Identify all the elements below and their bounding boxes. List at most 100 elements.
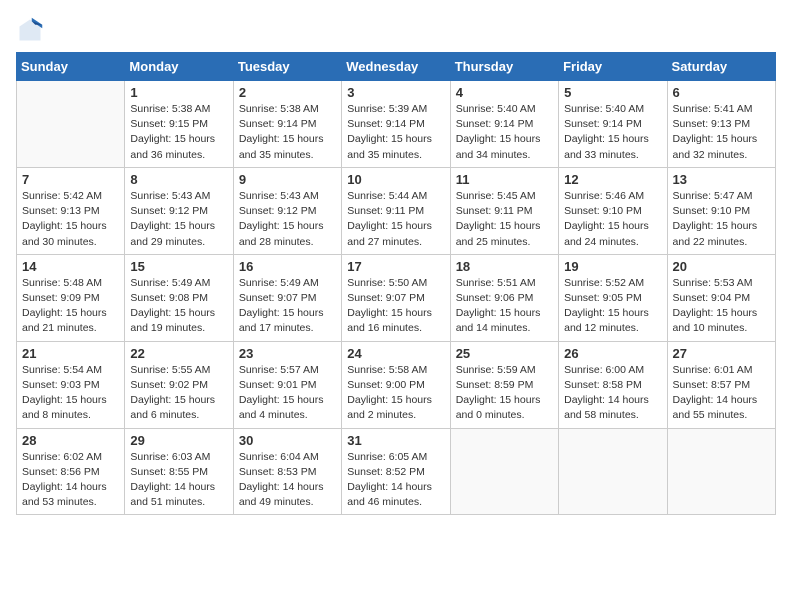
calendar-cell [450, 428, 558, 515]
calendar-week-row: 21 Sunrise: 5:54 AM Sunset: 9:03 PM Dayli… [17, 341, 776, 428]
calendar-cell: 18Sunrise: 5:51 AM Sunset: 9:06 PM Dayli… [450, 254, 558, 341]
day-number: 16 [239, 259, 336, 274]
calendar-cell: 11 Sunrise: 5:45 AM Sunset: 9:11 PM Dayli… [450, 167, 558, 254]
day-info: Sunrise: 5:57 AM Sunset: 9:01 PM Dayligh… [239, 363, 336, 424]
day-info: Sunrise: 5:40 AM Sunset: 9:14 PM Dayligh… [564, 102, 661, 163]
day-info: Sunrise: 5:39 AM Sunset: 9:14 PM Dayligh… [347, 102, 444, 163]
day-info: Sunrise: 6:02 AM Sunset: 8:56 PM Dayligh… [22, 450, 119, 511]
day-number: 8 [130, 172, 227, 187]
day-info: Sunrise: 5:46 AM Sunset: 9:10 PM Dayligh… [564, 189, 661, 250]
calendar-cell: 20Sunrise: 5:53 AM Sunset: 9:04 PM Dayli… [667, 254, 775, 341]
day-info: Sunrise: 6:03 AM Sunset: 8:55 PM Dayligh… [130, 450, 227, 511]
calendar-week-row: 28 Sunrise: 6:02 AM Sunset: 8:56 PM Dayli… [17, 428, 776, 515]
day-number: 20 [673, 259, 770, 274]
day-number: 18 [456, 259, 553, 274]
calendar-cell: 1 Sunrise: 5:38 AM Sunset: 9:15 PM Daylig… [125, 81, 233, 168]
day-number: 11 [456, 172, 553, 187]
day-info: Sunrise: 6:00 AM Sunset: 8:58 PM Dayligh… [564, 363, 661, 424]
day-number: 15 [130, 259, 227, 274]
calendar-cell: 29 Sunrise: 6:03 AM Sunset: 8:55 PM Dayli… [125, 428, 233, 515]
calendar-cell: 15 Sunrise: 5:49 AM Sunset: 9:08 PM Dayli… [125, 254, 233, 341]
day-info: Sunrise: 5:52 AM Sunset: 9:05 PM Dayligh… [564, 276, 661, 337]
day-info: Sunrise: 5:43 AM Sunset: 9:12 PM Dayligh… [239, 189, 336, 250]
weekday-header-sunday: Sunday [17, 53, 125, 81]
day-number: 27 [673, 346, 770, 361]
calendar-cell: 30 Sunrise: 6:04 AM Sunset: 8:53 PM Dayli… [233, 428, 341, 515]
day-number: 3 [347, 85, 444, 100]
calendar-cell: 27 Sunrise: 6:01 AM Sunset: 8:57 PM Dayli… [667, 341, 775, 428]
day-info: Sunrise: 5:45 AM Sunset: 9:11 PM Dayligh… [456, 189, 553, 250]
day-info: Sunrise: 5:49 AM Sunset: 9:08 PM Dayligh… [130, 276, 227, 337]
day-number: 23 [239, 346, 336, 361]
calendar-cell: 12 Sunrise: 5:46 AM Sunset: 9:10 PM Dayli… [559, 167, 667, 254]
day-info: Sunrise: 5:47 AM Sunset: 9:10 PM Dayligh… [673, 189, 770, 250]
calendar-cell: 28 Sunrise: 6:02 AM Sunset: 8:56 PM Dayli… [17, 428, 125, 515]
day-info: Sunrise: 5:49 AM Sunset: 9:07 PM Dayligh… [239, 276, 336, 337]
day-info: Sunrise: 6:05 AM Sunset: 8:52 PM Dayligh… [347, 450, 444, 511]
calendar-cell: 5 Sunrise: 5:40 AM Sunset: 9:14 PM Daylig… [559, 81, 667, 168]
calendar-cell [667, 428, 775, 515]
day-number: 21 [22, 346, 119, 361]
day-number: 1 [130, 85, 227, 100]
day-info: Sunrise: 5:38 AM Sunset: 9:14 PM Dayligh… [239, 102, 336, 163]
calendar-cell: 19 Sunrise: 5:52 AM Sunset: 9:05 PM Dayli… [559, 254, 667, 341]
weekday-header-tuesday: Tuesday [233, 53, 341, 81]
calendar-cell [559, 428, 667, 515]
calendar-cell: 24Sunrise: 5:58 AM Sunset: 9:00 PM Dayli… [342, 341, 450, 428]
day-number: 7 [22, 172, 119, 187]
calendar-cell: 14 Sunrise: 5:48 AM Sunset: 9:09 PM Dayli… [17, 254, 125, 341]
calendar-cell: 13Sunrise: 5:47 AM Sunset: 9:10 PM Dayli… [667, 167, 775, 254]
day-number: 31 [347, 433, 444, 448]
day-number: 22 [130, 346, 227, 361]
day-info: Sunrise: 5:55 AM Sunset: 9:02 PM Dayligh… [130, 363, 227, 424]
calendar-cell: 25 Sunrise: 5:59 AM Sunset: 8:59 PM Dayli… [450, 341, 558, 428]
calendar-week-row: 14 Sunrise: 5:48 AM Sunset: 9:09 PM Dayli… [17, 254, 776, 341]
calendar-cell [17, 81, 125, 168]
day-number: 19 [564, 259, 661, 274]
day-info: Sunrise: 5:42 AM Sunset: 9:13 PM Dayligh… [22, 189, 119, 250]
calendar-cell: 6Sunrise: 5:41 AM Sunset: 9:13 PM Daylig… [667, 81, 775, 168]
calendar-cell: 21 Sunrise: 5:54 AM Sunset: 9:03 PM Dayli… [17, 341, 125, 428]
calendar-cell: 3 Sunrise: 5:39 AM Sunset: 9:14 PM Daylig… [342, 81, 450, 168]
weekday-header-row: SundayMondayTuesdayWednesdayThursdayFrid… [17, 53, 776, 81]
calendar-cell: 16 Sunrise: 5:49 AM Sunset: 9:07 PM Dayli… [233, 254, 341, 341]
day-info: Sunrise: 5:54 AM Sunset: 9:03 PM Dayligh… [22, 363, 119, 424]
calendar-week-row: 7 Sunrise: 5:42 AM Sunset: 9:13 PM Daylig… [17, 167, 776, 254]
day-number: 26 [564, 346, 661, 361]
calendar-cell: 2 Sunrise: 5:38 AM Sunset: 9:14 PM Daylig… [233, 81, 341, 168]
day-number: 4 [456, 85, 553, 100]
day-number: 24 [347, 346, 444, 361]
calendar-week-row: 1 Sunrise: 5:38 AM Sunset: 9:15 PM Daylig… [17, 81, 776, 168]
weekday-header-wednesday: Wednesday [342, 53, 450, 81]
day-number: 14 [22, 259, 119, 274]
day-number: 9 [239, 172, 336, 187]
day-info: Sunrise: 5:40 AM Sunset: 9:14 PM Dayligh… [456, 102, 553, 163]
calendar-cell: 4 Sunrise: 5:40 AM Sunset: 9:14 PM Daylig… [450, 81, 558, 168]
calendar-cell: 10Sunrise: 5:44 AM Sunset: 9:11 PM Dayli… [342, 167, 450, 254]
weekday-header-monday: Monday [125, 53, 233, 81]
day-info: Sunrise: 6:01 AM Sunset: 8:57 PM Dayligh… [673, 363, 770, 424]
day-number: 28 [22, 433, 119, 448]
weekday-header-friday: Friday [559, 53, 667, 81]
weekday-header-thursday: Thursday [450, 53, 558, 81]
day-number: 6 [673, 85, 770, 100]
day-info: Sunrise: 5:44 AM Sunset: 9:11 PM Dayligh… [347, 189, 444, 250]
calendar-cell: 9 Sunrise: 5:43 AM Sunset: 9:12 PM Daylig… [233, 167, 341, 254]
day-info: Sunrise: 5:48 AM Sunset: 9:09 PM Dayligh… [22, 276, 119, 337]
day-number: 12 [564, 172, 661, 187]
calendar-cell: 22 Sunrise: 5:55 AM Sunset: 9:02 PM Dayli… [125, 341, 233, 428]
day-info: Sunrise: 5:50 AM Sunset: 9:07 PM Dayligh… [347, 276, 444, 337]
logo-icon [16, 16, 44, 44]
calendar-cell: 26 Sunrise: 6:00 AM Sunset: 8:58 PM Dayli… [559, 341, 667, 428]
day-number: 5 [564, 85, 661, 100]
calendar-cell: 17Sunrise: 5:50 AM Sunset: 9:07 PM Dayli… [342, 254, 450, 341]
day-number: 30 [239, 433, 336, 448]
day-number: 25 [456, 346, 553, 361]
day-info: Sunrise: 5:43 AM Sunset: 9:12 PM Dayligh… [130, 189, 227, 250]
day-info: Sunrise: 6:04 AM Sunset: 8:53 PM Dayligh… [239, 450, 336, 511]
calendar-cell: 8 Sunrise: 5:43 AM Sunset: 9:12 PM Daylig… [125, 167, 233, 254]
day-info: Sunrise: 5:38 AM Sunset: 9:15 PM Dayligh… [130, 102, 227, 163]
day-info: Sunrise: 5:59 AM Sunset: 8:59 PM Dayligh… [456, 363, 553, 424]
day-number: 29 [130, 433, 227, 448]
day-number: 2 [239, 85, 336, 100]
